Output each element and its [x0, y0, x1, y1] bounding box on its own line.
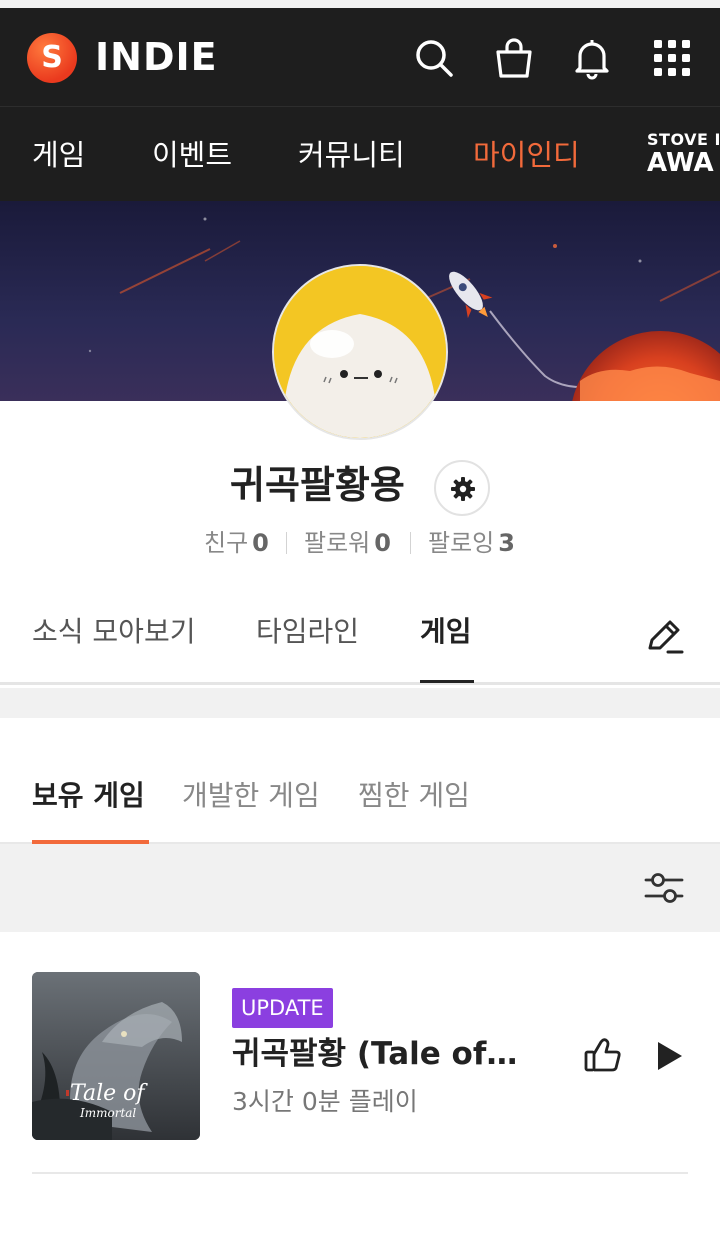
nav-item-events[interactable]: 이벤트 [152, 135, 232, 175]
active-tab-indicator [420, 680, 474, 683]
update-badge: UPDATE [232, 988, 333, 1028]
stat-friends-value: 0 [252, 529, 269, 557]
section-gap [0, 688, 720, 718]
profile-name-row: 귀곡팔황용 [0, 458, 720, 516]
stat-followers[interactable]: 팔로워 0 [304, 528, 391, 558]
stat-following-label: 팔로잉 [428, 529, 495, 557]
stat-divider [410, 532, 411, 554]
tab-developed-games[interactable]: 개발한 게임 [182, 776, 320, 816]
stat-divider [286, 532, 287, 554]
app-header: S INDIE [0, 8, 720, 106]
stove-logo[interactable]: S [27, 33, 77, 83]
profile-name: 귀곡팔황용 [230, 463, 405, 507]
stat-following-value: 3 [498, 529, 515, 557]
top-status-strip [0, 0, 720, 8]
thumbs-up-icon[interactable] [582, 1034, 624, 1076]
game-title[interactable]: 귀곡팔황 (Tale of Immortal) [232, 1032, 522, 1076]
nav-item-stove-awards[interactable]: STOVE I AWA [647, 130, 720, 178]
bell-icon[interactable] [570, 36, 614, 80]
tab-games[interactable]: 게임 [420, 612, 472, 652]
avatar-face-illustration [274, 266, 446, 438]
tab-timeline[interactable]: 타임라인 [256, 612, 359, 652]
tab-owned-games[interactable]: 보유 게임 [32, 776, 145, 816]
profile-settings-button[interactable] [434, 460, 490, 516]
nav-item-games[interactable]: 게임 [32, 135, 85, 175]
filter-bar [0, 844, 720, 932]
game-category-tabs: 보유 게임 개발한 게임 찜한 게임 [0, 718, 720, 844]
tab-wishlist-games[interactable]: 찜한 게임 [358, 776, 470, 816]
game-playtime: 3시간 0분 플레이 [232, 1087, 418, 1116]
search-icon[interactable] [412, 36, 456, 80]
tab-news-feed[interactable]: 소식 모아보기 [32, 612, 195, 652]
list-item[interactable]: Tale of Immortal UPDATE 귀곡팔황 (Tale of Im… [32, 972, 688, 1174]
cover-title-line2: Immortal [79, 1106, 136, 1120]
stat-followers-value: 0 [374, 529, 391, 557]
game-thumbnail[interactable]: Tale of Immortal [32, 972, 200, 1140]
profile-avatar[interactable] [272, 264, 448, 440]
filter-sliders-icon[interactable] [640, 866, 688, 910]
grid-menu-icon[interactable] [650, 36, 694, 80]
stat-friends[interactable]: 친구 0 [204, 528, 269, 558]
indie-logo-text[interactable]: INDIE [95, 34, 218, 80]
stat-following[interactable]: 팔로잉 3 [428, 528, 515, 558]
awards-line1: STOVE I [647, 130, 720, 149]
cover-title-line1: Tale of [70, 1081, 148, 1106]
awards-line2: AWA [647, 148, 714, 178]
main-nav: 게임 이벤트 커뮤니티 마이인디 STOVE I AWA [0, 106, 720, 201]
stat-friends-label: 친구 [204, 529, 249, 557]
profile-stats: 친구 0 팔로워 0 팔로잉 3 [0, 528, 720, 558]
edit-icon[interactable] [642, 614, 686, 658]
play-icon[interactable] [650, 1036, 686, 1076]
game-cover-art: Tale of Immortal [32, 972, 200, 1140]
shopping-bag-icon[interactable] [492, 36, 536, 80]
gear-icon [451, 477, 475, 501]
nav-item-my-indie[interactable]: 마이인디 [473, 135, 580, 175]
profile-tabs: 소식 모아보기 타임라인 게임 [0, 590, 720, 685]
stat-followers-label: 팔로워 [304, 529, 371, 557]
nav-item-community[interactable]: 커뮤니티 [298, 135, 405, 175]
